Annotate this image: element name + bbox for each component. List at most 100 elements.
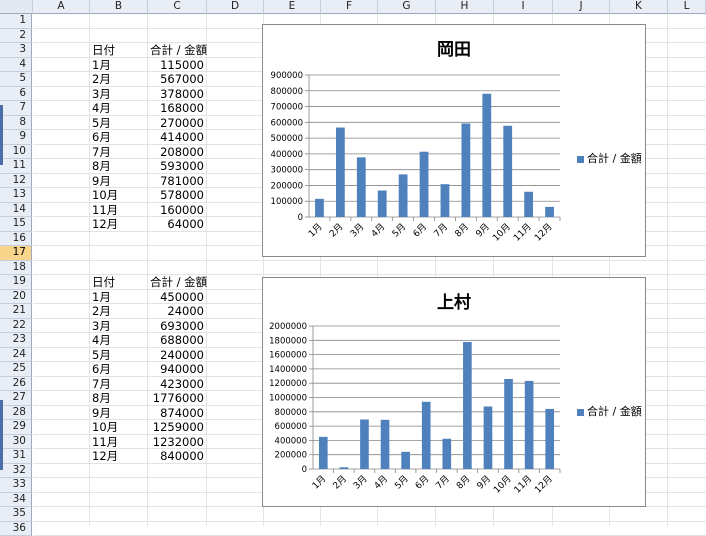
cell-month[interactable]: 12月 [92, 217, 147, 231]
cell-month[interactable]: 4月 [92, 333, 147, 347]
row-header-23[interactable]: 23 [0, 333, 32, 348]
cell-value[interactable]: 693000 [148, 319, 204, 333]
cell-value[interactable]: 1259000 [148, 420, 204, 434]
cell-value[interactable]: 567000 [148, 72, 204, 86]
column-header-h[interactable]: H [436, 0, 494, 14]
row-header-3[interactable]: 3 [0, 43, 32, 58]
cell-header-sum[interactable]: 合計 / 金額 [150, 275, 230, 289]
column-header-c[interactable]: C [148, 0, 207, 14]
row-header-19[interactable]: 19 [0, 275, 32, 290]
cell-value[interactable]: 115000 [148, 58, 204, 72]
cell-value[interactable]: 940000 [148, 362, 204, 376]
cell-month[interactable]: 5月 [92, 348, 147, 362]
cell-month[interactable]: 9月 [92, 174, 147, 188]
row-header-26[interactable]: 26 [0, 377, 32, 392]
row-header-13[interactable]: 13 [0, 188, 32, 203]
cell-value[interactable]: 578000 [148, 188, 204, 202]
cell-header-date[interactable]: 日付 [92, 275, 147, 289]
cell-month[interactable]: 3月 [92, 87, 147, 101]
cell-month[interactable]: 9月 [92, 406, 147, 420]
row-header-25[interactable]: 25 [0, 362, 32, 377]
cell-month[interactable]: 1月 [92, 290, 147, 304]
cell-month[interactable]: 10月 [92, 188, 147, 202]
column-header-j[interactable]: J [553, 0, 610, 14]
cell-month[interactable]: 8月 [92, 391, 147, 405]
cell-month[interactable]: 3月 [92, 319, 147, 333]
cell-value[interactable]: 378000 [148, 87, 204, 101]
cell-value[interactable]: 414000 [148, 130, 204, 144]
column-header-f[interactable]: F [321, 0, 378, 14]
row-header-33[interactable]: 33 [0, 478, 32, 493]
chart-uemura[interactable]: 上村 0200000400000600000800000100000012000… [262, 277, 646, 507]
row-header-10[interactable]: 10 [0, 145, 32, 160]
row-header-11[interactable]: 11 [0, 159, 32, 174]
row-header-2[interactable]: 2 [0, 29, 32, 44]
column-header-k[interactable]: K [610, 0, 668, 14]
cell-value[interactable]: 240000 [148, 348, 204, 362]
cell-value[interactable]: 270000 [148, 116, 204, 130]
cell-month[interactable]: 8月 [92, 159, 147, 173]
column-header-d[interactable]: D [207, 0, 264, 14]
row-header-24[interactable]: 24 [0, 348, 32, 363]
cell-month[interactable]: 11月 [92, 435, 147, 449]
row-header-18[interactable]: 18 [0, 261, 32, 276]
row-header-22[interactable]: 22 [0, 319, 32, 334]
cell-value[interactable]: 874000 [148, 406, 204, 420]
row-header-30[interactable]: 30 [0, 435, 32, 450]
row-header-35[interactable]: 35 [0, 507, 32, 522]
cell-month[interactable]: 7月 [92, 145, 147, 159]
row-header-15[interactable]: 15 [0, 217, 32, 232]
column-header-e[interactable]: E [264, 0, 321, 14]
column-header-a[interactable]: A [33, 0, 90, 14]
row-header-20[interactable]: 20 [0, 290, 32, 305]
cell-value[interactable]: 593000 [148, 159, 204, 173]
column-header-l[interactable]: L [668, 0, 706, 14]
cell-value[interactable]: 1776000 [148, 391, 204, 405]
cell-month[interactable]: 2月 [92, 304, 147, 318]
cell-value[interactable]: 24000 [148, 304, 204, 318]
row-header-9[interactable]: 9 [0, 130, 32, 145]
row-header-1[interactable]: 1 [0, 14, 32, 29]
select-all-corner[interactable] [0, 0, 33, 14]
row-header-21[interactable]: 21 [0, 304, 32, 319]
row-header-32[interactable]: 32 [0, 464, 32, 479]
row-header-14[interactable]: 14 [0, 203, 32, 218]
cell-month[interactable]: 2月 [92, 72, 147, 86]
cell-month[interactable]: 1月 [92, 58, 147, 72]
cell-header-date[interactable]: 日付 [92, 43, 147, 57]
cell-value[interactable]: 450000 [148, 290, 204, 304]
row-header-6[interactable]: 6 [0, 87, 32, 102]
row-header-29[interactable]: 29 [0, 420, 32, 435]
row-header-27[interactable]: 27 [0, 391, 32, 406]
cell-value[interactable]: 688000 [148, 333, 204, 347]
row-header-16[interactable]: 16 [0, 232, 32, 247]
cell-value[interactable]: 208000 [148, 145, 204, 159]
cell-month[interactable]: 12月 [92, 449, 147, 463]
row-header-7[interactable]: 7 [0, 101, 32, 116]
cell-value[interactable]: 840000 [148, 449, 204, 463]
row-header-36[interactable]: 36 [0, 522, 32, 536]
cell-value[interactable]: 64000 [148, 217, 204, 231]
row-header-28[interactable]: 28 [0, 406, 32, 421]
cell-header-sum[interactable]: 合計 / 金額 [150, 43, 230, 57]
cell-month[interactable]: 4月 [92, 101, 147, 115]
cell-month[interactable]: 5月 [92, 116, 147, 130]
row-header-4[interactable]: 4 [0, 58, 32, 73]
column-header-i[interactable]: I [494, 0, 553, 14]
cell-value[interactable]: 160000 [148, 203, 204, 217]
cell-month[interactable]: 7月 [92, 377, 147, 391]
cell-month[interactable]: 11月 [92, 203, 147, 217]
cell-value[interactable]: 423000 [148, 377, 204, 391]
cell-value[interactable]: 168000 [148, 101, 204, 115]
cell-value[interactable]: 781000 [148, 174, 204, 188]
chart-okada[interactable]: 岡田 0100000200000300000400000500000600000… [262, 24, 646, 257]
cell-month[interactable]: 6月 [92, 362, 147, 376]
cell-month[interactable]: 10月 [92, 420, 147, 434]
row-header-8[interactable]: 8 [0, 116, 32, 131]
row-header-34[interactable]: 34 [0, 493, 32, 508]
cell-month[interactable]: 6月 [92, 130, 147, 144]
row-header-12[interactable]: 12 [0, 174, 32, 189]
cell-value[interactable]: 1232000 [148, 435, 204, 449]
row-header-17[interactable]: 17 [0, 246, 32, 261]
row-header-5[interactable]: 5 [0, 72, 32, 87]
